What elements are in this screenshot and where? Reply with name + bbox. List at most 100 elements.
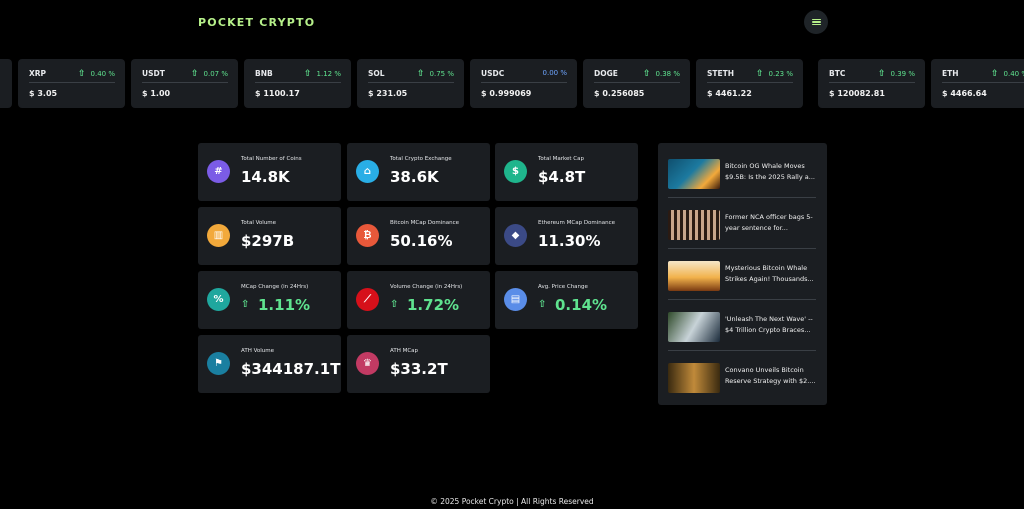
news-title[interactable]: Mysterious Bitcoin Whale Strikes Again! … xyxy=(725,263,817,285)
ticker-card-partial[interactable] xyxy=(0,59,12,108)
ticker-card-btc[interactable]: BTC ⇧ 0.39 % $ 120082.81 xyxy=(818,59,925,108)
ticker-price: $ 3.05 xyxy=(29,89,58,98)
ticker-change-value: 0.75 % xyxy=(429,70,454,78)
ticker-symbol: USDT xyxy=(142,69,165,78)
stat-value: 11.30% xyxy=(538,232,601,250)
ticker-card-doge[interactable]: DOGE ⇧ 0.38 % $ 0.256085 xyxy=(583,59,690,108)
arrow-up-icon: ⇧ xyxy=(538,299,547,310)
stat-card: ⌂ Total Crypto Exchange 38.6K xyxy=(347,143,490,201)
arrow-up-icon: ⇧ xyxy=(390,299,399,310)
stat-label: Total Number of Coins xyxy=(241,156,302,162)
news-item[interactable]: 'Unleash The Next Wave' -- $4 Trillion C… xyxy=(668,306,816,344)
site-logo[interactable]: POCKET CRYPTO xyxy=(198,16,315,29)
line-chart-icon: ⟋ xyxy=(356,288,379,311)
divider xyxy=(29,82,115,83)
ethereum-icon: ◆ xyxy=(504,224,527,247)
ticker-change: ⇧ 0.38 % xyxy=(643,69,680,79)
news-title[interactable]: Bitcoin OG Whale Moves $9.5B: Is the 202… xyxy=(725,161,817,183)
ticker-change: ⇧ 0.75 % xyxy=(417,69,454,79)
chart-icon: ▤ xyxy=(504,288,527,311)
ticker-card-xrp[interactable]: XRP ⇧ 0.40 % $ 3.05 xyxy=(18,59,125,108)
menu-button[interactable] xyxy=(804,10,828,34)
divider xyxy=(668,248,816,249)
news-title[interactable]: 'Unleash The Next Wave' -- $4 Trillion C… xyxy=(725,314,817,336)
speaker-image xyxy=(668,312,720,342)
ticker-card-usdc[interactable]: USDC 0.00 % $ 0.999069 xyxy=(470,59,577,108)
arrow-up-icon: ⇧ xyxy=(241,299,250,310)
prison-image xyxy=(668,210,720,240)
divider xyxy=(481,82,567,83)
bank-icon: ⌂ xyxy=(356,160,379,183)
stat-label: ATH MCap xyxy=(390,348,419,354)
stat-value: 0.14% xyxy=(555,296,608,314)
ticker-change: 0.00 % xyxy=(543,69,567,77)
ticker-symbol: ETH xyxy=(942,69,959,78)
divider xyxy=(942,82,1024,83)
news-title[interactable]: Convano Unveils Bitcoin Reserve Strategy… xyxy=(725,365,817,387)
news-title[interactable]: Former NCA officer bags 5-year sentence … xyxy=(725,212,817,234)
news-item[interactable]: Convano Unveils Bitcoin Reserve Strategy… xyxy=(668,357,816,395)
ticker-symbol: XRP xyxy=(29,69,47,78)
whale-image xyxy=(668,159,720,189)
stat-value: $297B xyxy=(241,232,295,250)
news-item[interactable]: Former NCA officer bags 5-year sentence … xyxy=(668,204,816,242)
stat-card: ◆ Ethereum MCap Dominance 11.30% xyxy=(495,207,638,265)
divider xyxy=(707,82,793,83)
ticker-price: $ 120082.81 xyxy=(829,89,885,98)
trophy-icon: ♛ xyxy=(356,352,379,375)
stat-label: Bitcoin MCap Dominance xyxy=(390,220,460,226)
ticker-card-steth[interactable]: STETH ⇧ 0.23 % $ 4461.22 xyxy=(696,59,803,108)
stat-card: ⟋ Volume Change (in 24Hrs) ⇧ 1.72% xyxy=(347,271,490,329)
bitcoin-icon: ₿ xyxy=(356,224,379,247)
ticker-change: ⇧ 1.12 % xyxy=(304,69,341,79)
stat-value: $344187.1T xyxy=(241,360,341,378)
news-item[interactable]: Mysterious Bitcoin Whale Strikes Again! … xyxy=(668,255,816,293)
ticker-change-value: 0.07 % xyxy=(203,70,228,78)
flag-icon: ⚑ xyxy=(207,352,230,375)
arrow-up-icon: ⇧ xyxy=(303,69,312,79)
stat-label: Avg. Price Change xyxy=(538,284,588,290)
divider xyxy=(142,82,228,83)
divider xyxy=(668,197,816,198)
stat-label: Total Volume xyxy=(241,220,277,226)
stat-label: Total Crypto Exchange xyxy=(390,156,452,162)
stat-label: Ethereum MCap Dominance xyxy=(538,220,616,226)
stat-card: ⚑ ATH Volume $344187.1T xyxy=(198,335,341,393)
stat-card: % MCap Change (in 24Hrs) ⇧ 1.11% xyxy=(198,271,341,329)
divider xyxy=(368,82,454,83)
hamburger-icon xyxy=(811,18,821,26)
convano-image xyxy=(668,363,720,393)
news-item[interactable]: Bitcoin OG Whale Moves $9.5B: Is the 202… xyxy=(668,153,816,191)
ticker-card-sol[interactable]: SOL ⇧ 0.75 % $ 231.05 xyxy=(357,59,464,108)
ticker-change: ⇧ 0.23 % xyxy=(756,69,793,79)
stat-label: MCap Change (in 24Hrs) xyxy=(241,284,309,290)
ticker-card-eth[interactable]: ETH ⇧ 0.40 % $ 4466.64 xyxy=(931,59,1024,108)
bar-chart-icon: ▥ xyxy=(207,224,230,247)
stat-value: 50.16% xyxy=(390,232,453,250)
ticker-change-value: 0.39 % xyxy=(890,70,915,78)
stat-card: $ Total Market Cap $4.8T xyxy=(495,143,638,201)
ticker-change-value: 0.40 % xyxy=(1003,70,1024,78)
stat-value: $4.8T xyxy=(538,168,586,186)
stat-card: ♛ ATH MCap $33.2T xyxy=(347,335,490,393)
ticker-change-value: 0.40 % xyxy=(90,70,115,78)
ticker-symbol: DOGE xyxy=(594,69,618,78)
arrow-up-icon: ⇧ xyxy=(877,69,886,79)
ticker-price: $ 4466.64 xyxy=(942,89,987,98)
ticker-card-bnb[interactable]: BNB ⇧ 1.12 % $ 1100.17 xyxy=(244,59,351,108)
ticker-card-usdt[interactable]: USDT ⇧ 0.07 % $ 1.00 xyxy=(131,59,238,108)
stat-card: # Total Number of Coins 14.8K xyxy=(198,143,341,201)
footer-copyright: © 2025 Pocket Crypto | All Rights Reserv… xyxy=(430,497,594,506)
ticker-change-value: 0.00 % xyxy=(542,69,567,77)
ticker-change: ⇧ 0.40 % xyxy=(78,69,115,79)
arrow-up-icon: ⇧ xyxy=(642,69,651,79)
stat-card: ₿ Bitcoin MCap Dominance 50.16% xyxy=(347,207,490,265)
ticker-symbol: USDC xyxy=(481,69,505,78)
hash-icon: # xyxy=(207,160,230,183)
bitcoin-whale-image xyxy=(668,261,720,291)
ticker-price: $ 1.00 xyxy=(142,89,171,98)
stat-card: ▥ Total Volume $297B xyxy=(198,207,341,265)
ticker-change: ⇧ 0.07 % xyxy=(191,69,228,79)
ticker-price: $ 0.999069 xyxy=(481,89,532,98)
dollar-icon: $ xyxy=(504,160,527,183)
